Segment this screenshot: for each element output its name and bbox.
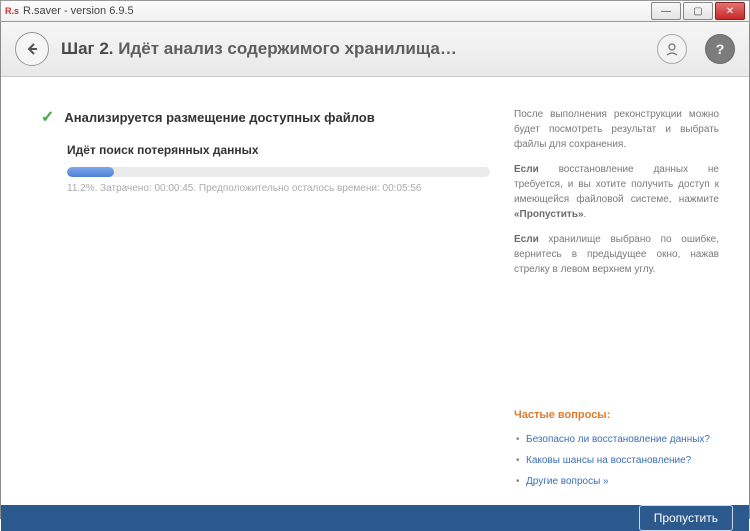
user-icon [665, 42, 679, 56]
progress-bar-fill [67, 167, 114, 177]
info-paragraph-3: Если хранилище выбрано по ошибке, вернит… [514, 232, 719, 277]
completed-task-row: ✓ Анализируется размещение доступных фай… [41, 107, 490, 127]
info-paragraph-2: Если восстановление данных не требуется,… [514, 162, 719, 222]
faq-heading: Частые вопросы: [514, 407, 719, 424]
window-title: R.saver - version 6.9.5 [23, 5, 649, 17]
list-item: Другие вопросы » [514, 474, 719, 489]
window-titlebar: R.s R.saver - version 6.9.5 — ▢ ✕ [0, 0, 750, 22]
help-button[interactable]: ? [705, 34, 735, 64]
close-button[interactable]: ✕ [715, 2, 745, 20]
check-icon: ✓ [41, 107, 54, 127]
step-number: Шаг 2. [61, 39, 114, 58]
minimize-button[interactable]: — [651, 2, 681, 20]
faq-list: Безопасно ли восстановление данных? Како… [514, 432, 719, 489]
account-button[interactable] [657, 34, 687, 64]
info-panel: После выполнения реконструкции можно буд… [514, 107, 719, 495]
list-item: Безопасно ли восстановление данных? [514, 432, 719, 447]
step-description: Идёт анализ содержимого хранилища… [118, 39, 457, 58]
maximize-button[interactable]: ▢ [683, 2, 713, 20]
faq-link[interactable]: Безопасно ли восстановление данных? [526, 434, 710, 445]
faq-link[interactable]: Другие вопросы » [526, 476, 609, 487]
skip-button[interactable]: Пропустить [639, 505, 733, 531]
current-task-label: Идёт поиск потерянных данных [67, 143, 490, 157]
completed-task-label: Анализируется размещение доступных файло… [64, 110, 374, 125]
info-paragraph-1: После выполнения реконструкции можно буд… [514, 107, 719, 152]
list-item: Каковы шансы на восстановление? [514, 453, 719, 468]
app-header: Шаг 2. Идёт анализ содержимого хранилища… [1, 22, 749, 77]
question-icon: ? [716, 41, 725, 57]
app-icon: R.s [5, 4, 19, 18]
app-footer: Пропустить [1, 505, 749, 531]
step-heading: Шаг 2. Идёт анализ содержимого хранилища… [61, 39, 457, 59]
faq-link[interactable]: Каковы шансы на восстановление? [526, 455, 691, 466]
progress-bar [67, 167, 490, 177]
progress-status-text: 11.2%. Затрачено: 00:00:45. Предположите… [67, 183, 490, 194]
arrow-left-icon [24, 41, 40, 57]
main-panel: ✓ Анализируется размещение доступных фай… [41, 107, 490, 495]
back-button[interactable] [15, 32, 49, 66]
